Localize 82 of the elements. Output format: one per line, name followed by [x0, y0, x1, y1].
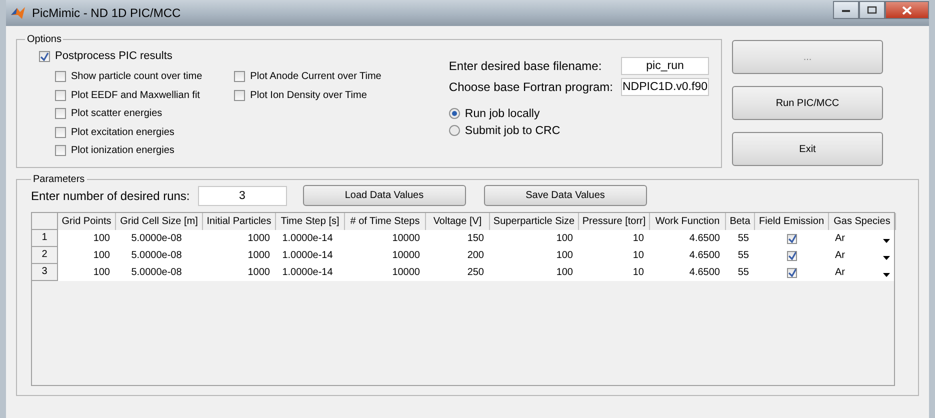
checkbox-label: Plot excitation energies: [71, 126, 174, 138]
table-cell-text: 10000: [391, 266, 421, 280]
table-cell-text: 100: [92, 232, 111, 246]
checkbox[interactable]: [787, 268, 797, 278]
checkbox-label: Plot Ion Density over Time: [250, 90, 367, 101]
checkbox-label: Plot Anode Current over Time: [250, 71, 382, 82]
row-header: 2: [32, 247, 58, 264]
table-cell-text: 200: [466, 249, 485, 263]
table-cell-text: 100: [92, 266, 111, 280]
table-cell-text: 5.0000e-08: [130, 266, 183, 280]
checkbox[interactable]: [234, 90, 246, 101]
table-cell-text: 250: [466, 266, 485, 280]
checkbox[interactable]: [55, 108, 66, 120]
table-cell-text: 10: [632, 249, 645, 263]
input-field[interactable]: 3: [198, 186, 287, 206]
panel-title: Options: [26, 34, 62, 45]
minimize-button[interactable]: [833, 1, 859, 19]
action-button[interactable]: Load Data Values: [302, 185, 466, 206]
table-cell-text: 10000: [391, 232, 421, 246]
panel-title: Parameters: [32, 174, 86, 185]
radio-button[interactable]: [448, 108, 460, 119]
table-cell-text: 10: [632, 232, 645, 246]
table-cell-text: 55: [736, 232, 750, 246]
checkbox-label: Postprocess PIC results: [55, 50, 172, 62]
input-field[interactable]: pic_run: [621, 57, 709, 75]
action-button[interactable]: Exit: [732, 132, 883, 166]
radio-label: Submit job to CRC: [464, 124, 560, 136]
table-cell-text: 100: [555, 249, 574, 263]
field-label: Choose base Fortran program:: [448, 80, 613, 94]
minimize-icon: [841, 7, 851, 13]
table-cell-text: 150: [466, 232, 485, 246]
radio-label: Run job locally: [464, 108, 540, 120]
maximize-button[interactable]: [859, 1, 885, 19]
close-button[interactable]: [885, 1, 929, 19]
field-label: Enter desired base filename:: [448, 59, 602, 73]
caret-icon[interactable]: [883, 256, 890, 260]
table-cell-text: 4.6500: [688, 266, 721, 280]
table-cell-text: 100: [555, 232, 574, 246]
table-cell-text: 5.0000e-08: [130, 249, 183, 263]
close-icon: [902, 6, 912, 14]
table-cell-text: 1000: [246, 266, 271, 280]
table-cell-text: 100: [555, 266, 574, 280]
checkbox[interactable]: [55, 126, 66, 138]
table-cell-text: 4.6500: [688, 232, 721, 246]
checkbox-label: Show particle count over time: [71, 71, 202, 82]
checkbox[interactable]: [234, 71, 246, 82]
checkbox[interactable]: [55, 71, 66, 82]
checkbox[interactable]: [39, 50, 50, 62]
table-cell-text: 4.6500: [688, 249, 721, 263]
table-cell-text: 10: [632, 266, 645, 280]
input-field[interactable]: NDPIC1D.v0.f90: [621, 78, 709, 96]
row-header: 3: [32, 264, 58, 281]
window-title: PicMimic - ND 1D PIC/MCC: [32, 6, 181, 20]
caret-icon[interactable]: [883, 272, 890, 276]
checkbox-label: Plot scatter energies: [71, 108, 162, 120]
dropdown-value: Ar: [835, 233, 845, 244]
action-button[interactable]: Save Data Values: [484, 185, 647, 206]
radio-button[interactable]: [448, 125, 460, 136]
checkbox[interactable]: [787, 250, 797, 260]
checkbox-label: Plot EEDF and Maxwellian fit: [71, 90, 200, 101]
table-cell-text: 10000: [391, 249, 421, 263]
caret-icon[interactable]: [883, 238, 890, 242]
table-cell-text: 1.0000e-14: [281, 232, 334, 246]
table-cell-text: 1000: [246, 232, 271, 246]
table-cell-text: 1.0000e-14: [281, 249, 334, 263]
checkbox[interactable]: [55, 90, 66, 101]
table-cell-text: 1.0000e-14: [281, 266, 334, 280]
table-cell-text: 1000: [246, 249, 271, 263]
table-cell-text: 55: [736, 266, 750, 280]
checkbox[interactable]: [787, 234, 797, 244]
table-cell-text: 5.0000e-08: [130, 232, 183, 246]
table-cell-text: 55: [736, 249, 750, 263]
app-icon: [10, 5, 26, 21]
field-label: Enter number of desired runs:: [31, 188, 190, 202]
action-button[interactable]: Run PIC/MCC: [732, 86, 883, 120]
table-cell-text: 100: [92, 249, 111, 263]
maximize-icon: [867, 6, 877, 14]
row-header: 1: [32, 230, 58, 247]
dropdown-value: Ar: [835, 267, 845, 278]
dropdown-value: Ar: [835, 250, 845, 261]
checkbox[interactable]: [55, 145, 66, 156]
checkbox-label: Plot ionization energies: [71, 145, 174, 156]
